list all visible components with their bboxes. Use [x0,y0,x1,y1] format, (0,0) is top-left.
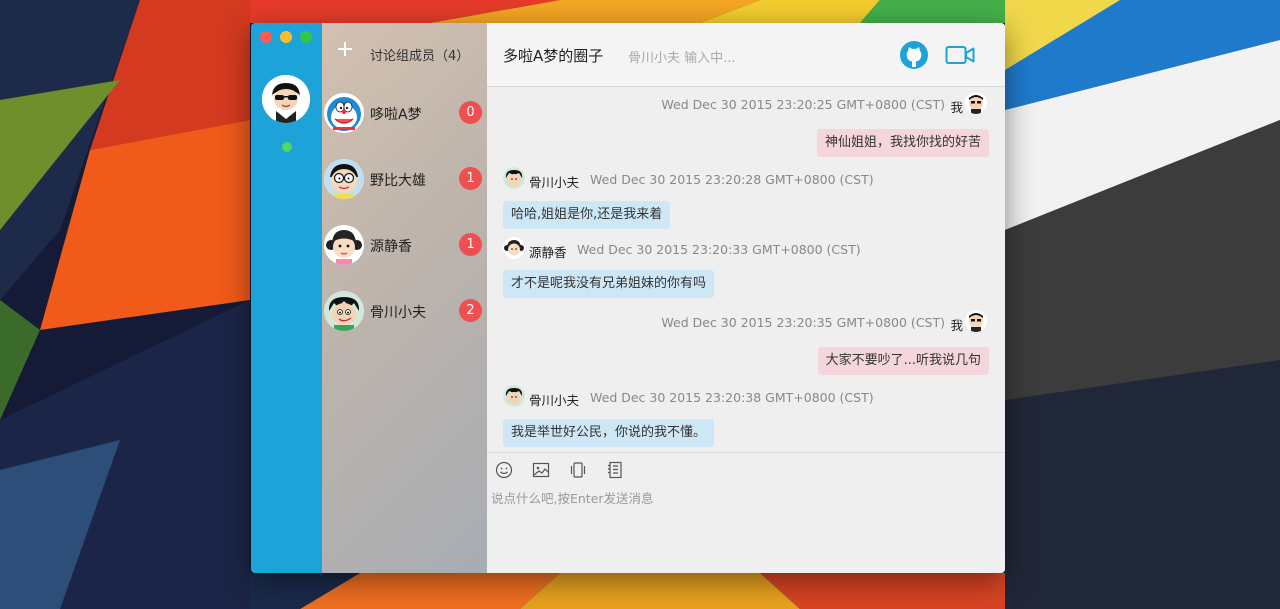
emoji-icon[interactable] [495,461,513,479]
suneo-avatar-icon [503,167,525,189]
members-panel: 讨论组成员（4） 哆啦A梦 0 野比大雄 1 源静香 1 骨川小夫 2 [322,23,487,573]
message-list: Wed Dec 30 2015 23:20:25 GMT+0800 (CST) … [487,87,1005,452]
notes-icon[interactable] [606,461,624,479]
chat-header: 多啦A梦的圈子 骨川小夫 输入中... [487,23,1005,87]
message-bubble: 哈哈,姐姐是你,还是我来着 [503,201,671,229]
message-sender: 骨川小夫 [529,175,580,190]
cool-guy-avatar-icon [965,310,987,332]
cool-guy-avatar-icon [262,75,310,123]
message-time: Wed Dec 30 2015 23:20:38 GMT+0800 (CST) [590,390,874,405]
member-name: 野比大雄 [370,173,426,189]
window-controls [260,31,312,43]
message-input[interactable] [489,487,993,509]
suneo-avatar-icon [503,385,525,407]
message-time: Wed Dec 30 2015 23:20:35 GMT+0800 (CST) [661,315,945,330]
maximize-window-button[interactable] [300,31,312,43]
group-title: 多啦A梦的圈子 [503,47,604,65]
member-name: 骨川小夫 [370,305,426,321]
message-time: Wed Dec 30 2015 23:20:33 GMT+0800 (CST) [577,242,861,257]
shake-icon[interactable] [569,461,587,479]
unread-badge: 2 [459,299,482,322]
unread-badge: 0 [459,101,482,124]
member-item-shizuka[interactable]: 源静香 1 [322,213,487,279]
message-time: Wed Dec 30 2015 23:20:28 GMT+0800 (CST) [590,172,874,187]
message-bubble: 神仙姐姐，我找你找的好苦 [816,129,989,157]
member-name: 源静香 [370,239,412,255]
message-sender: 我 [950,318,963,333]
video-camera-icon[interactable] [945,44,975,66]
suneo-avatar-icon [324,291,364,331]
cool-guy-avatar-icon [965,92,987,114]
typing-status: 骨川小夫 输入中... [628,51,736,66]
member-name: 哆啦A梦 [370,107,422,123]
minimize-window-button[interactable] [280,31,292,43]
shizuka-avatar-icon [503,237,525,259]
message-sender: 我 [950,100,963,115]
message-sender: 源静香 [529,245,567,260]
unread-badge: 1 [459,167,482,190]
my-avatar[interactable] [262,75,310,123]
plus-icon[interactable] [337,41,353,57]
message-sender: 骨川小夫 [529,393,580,408]
message-bubble: 大家不要吵了...听我说几句 [817,347,989,375]
shizuka-avatar-icon [324,225,364,265]
members-title: 讨论组成员（4） [370,49,470,64]
member-item-nobita[interactable]: 野比大雄 1 [322,147,487,213]
chat-window: 讨论组成员（4） 哆啦A梦 0 野比大雄 1 源静香 1 骨川小夫 2 多啦A梦… [251,23,1005,573]
github-icon[interactable] [899,40,929,70]
members-header: 讨论组成员（4） [322,23,487,81]
chat-area: 多啦A梦的圈子 骨川小夫 输入中... Wed Dec 30 2015 23:2… [487,23,1005,573]
side-rail [251,23,322,573]
composer [487,452,1005,573]
message-time: Wed Dec 30 2015 23:20:25 GMT+0800 (CST) [661,97,945,112]
message-bubble: 才不是呢我没有兄弟姐妹的你有吗 [503,270,715,298]
message-bubble: 我是举世好公民，你说的我不懂。 [503,419,715,447]
nobita-avatar-icon [324,159,364,199]
member-item-doraemon[interactable]: 哆啦A梦 0 [322,81,487,147]
member-item-suneo[interactable]: 骨川小夫 2 [322,279,487,345]
unread-badge: 1 [459,233,482,256]
doraemon-avatar-icon [324,93,364,133]
image-icon[interactable] [532,461,550,479]
online-status-dot [282,142,292,152]
close-window-button[interactable] [260,31,272,43]
